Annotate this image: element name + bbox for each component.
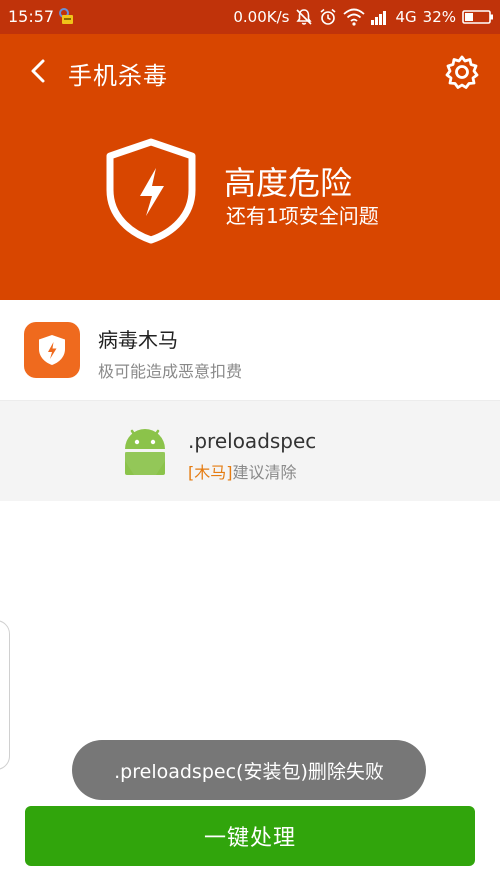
header: 手机杀毒 高度危险 还有1项安全问题: [0, 34, 500, 300]
settings-gear-icon[interactable]: [444, 54, 480, 90]
toast-message: .preloadspec(安装包)删除失败: [72, 740, 426, 800]
threat-name: .preloadspec: [188, 429, 317, 453]
category-title: 病毒木马: [98, 328, 178, 352]
android-icon: [120, 425, 170, 477]
one-click-fix-button[interactable]: 一键处理: [25, 806, 475, 866]
threat-description: [木马]建议清除: [188, 459, 297, 483]
threat-advice: 建议清除: [232, 463, 297, 482]
signal-icon: [371, 9, 389, 25]
threat-tag: [木马]: [188, 463, 233, 482]
shield-bolt-icon: [104, 138, 198, 244]
battery-icon: [462, 9, 494, 25]
category-shield-icon: [24, 322, 80, 378]
wifi-icon: [343, 8, 366, 26]
net-speed: 0.00K/s: [233, 8, 290, 26]
battery-percent: 32%: [422, 8, 456, 26]
threat-list-item[interactable]: .preloadspec [木马]建议清除: [0, 401, 500, 501]
status-time: 15:57: [8, 7, 55, 26]
status-right-group: 0.00K/s 4G 32%: [233, 6, 494, 28]
mute-bell-icon: [295, 8, 313, 26]
edge-floating-handle[interactable]: [0, 620, 10, 770]
status-bar: 15:57 0.00K/s 4G 32%: [0, 0, 500, 34]
network-type: 4G: [395, 8, 417, 26]
back-arrow-icon[interactable]: [24, 56, 54, 86]
category-subtitle: 极可能造成恶意扣费: [98, 362, 243, 381]
alarm-icon: [319, 8, 337, 26]
danger-level-subtitle: 还有1项安全问题: [226, 204, 379, 228]
category-row-virus[interactable]: 病毒木马 极可能造成恶意扣费: [0, 300, 500, 401]
danger-level-title: 高度危险: [224, 164, 353, 202]
page-title: 手机杀毒: [68, 62, 168, 90]
toast-text: .preloadspec(安装包)删除失败: [114, 760, 384, 783]
app-notification-icon: [56, 7, 74, 25]
